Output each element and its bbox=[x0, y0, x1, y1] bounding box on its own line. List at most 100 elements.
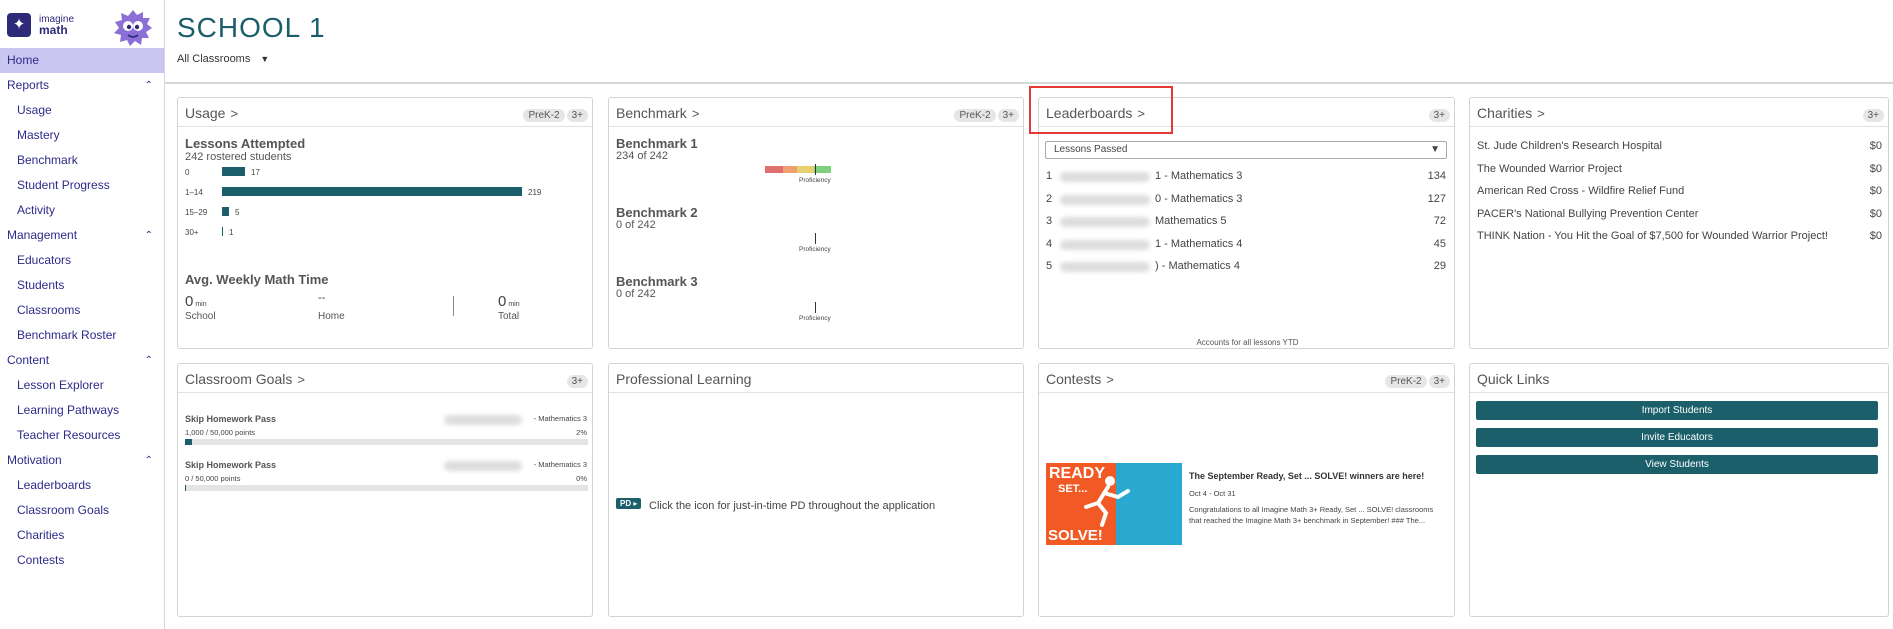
charity-amount: $0 bbox=[1869, 207, 1882, 220]
redacted-name bbox=[1060, 217, 1150, 227]
chevron-up-icon[interactable]: ⌃ bbox=[145, 448, 153, 473]
charities-title-link[interactable]: Charities > bbox=[1477, 105, 1545, 121]
brand-logo[interactable]: imagine math bbox=[39, 14, 74, 36]
benchmark-count: 0 of 242 bbox=[616, 288, 656, 300]
sidebar-item-label: Home bbox=[7, 53, 40, 67]
charity-name: American Red Cross - Wildfire Relief Fun… bbox=[1477, 185, 1685, 197]
badge-3plus[interactable]: 3+ bbox=[566, 375, 588, 388]
sidebar-item-benchmark-roster[interactable]: Benchmark Roster bbox=[0, 323, 164, 348]
leaderboards-card: Leaderboards > 3+ Lessons Passed ▼ 11 - Ma… bbox=[1038, 97, 1455, 349]
goal-name[interactable]: Skip Homework Pass bbox=[185, 414, 276, 424]
view-students-button[interactable]: View Students bbox=[1476, 455, 1878, 474]
badge-prek2[interactable]: PreK-2 bbox=[523, 109, 565, 122]
charity-row[interactable]: PACER's National Bullying Prevention Cen… bbox=[1477, 208, 1882, 220]
redacted-class bbox=[444, 415, 522, 425]
chevron-up-icon[interactable]: ⌃ bbox=[145, 73, 153, 98]
quick-links-card: Quick Links Import Students Invite Educa… bbox=[1469, 363, 1889, 617]
sidebar-item-teacher-resources[interactable]: Teacher Resources bbox=[0, 423, 164, 448]
sidebar-item-classroom-goals[interactable]: Classroom Goals bbox=[0, 498, 164, 523]
sidebar-item-mastery[interactable]: Mastery bbox=[0, 123, 164, 148]
sidebar-item-content[interactable]: Content ⌃ bbox=[0, 348, 164, 373]
sidebar-item-lesson-explorer[interactable]: Lesson Explorer bbox=[0, 373, 164, 398]
usage-bar[interactable] bbox=[222, 227, 223, 236]
sidebar-item-label: Classrooms bbox=[17, 303, 81, 317]
sidebar-item-student-progress[interactable]: Student Progress bbox=[0, 173, 164, 198]
sidebar-item-leaderboards[interactable]: Leaderboards bbox=[0, 473, 164, 498]
charity-row[interactable]: The Wounded Warrior Project $0 bbox=[1477, 163, 1882, 175]
contests-title-link[interactable]: Contests > bbox=[1046, 371, 1114, 387]
charity-row[interactable]: St. Jude Children's Research Hospital $0 bbox=[1477, 140, 1882, 152]
benchmark-name[interactable]: Benchmark 1 bbox=[616, 136, 698, 151]
benchmark-title: Benchmark bbox=[616, 105, 687, 121]
sidebar-item-contests[interactable]: Contests bbox=[0, 548, 164, 573]
total-time-value: 0 bbox=[498, 293, 507, 310]
home-label: Home bbox=[318, 311, 345, 322]
sidebar-item-educators[interactable]: Educators bbox=[0, 248, 164, 273]
leaderboard-row[interactable]: 2 0 - Mathematics 3 127 bbox=[1046, 193, 1446, 207]
sidebar-item-charities[interactable]: Charities bbox=[0, 523, 164, 548]
badge-3plus[interactable]: 3+ bbox=[1862, 109, 1884, 122]
charity-amount: $0 bbox=[1869, 162, 1882, 175]
proficiency-label: Proficiency bbox=[799, 177, 831, 184]
goals-title-link[interactable]: Classroom Goals > bbox=[185, 371, 305, 387]
sidebar-item-management[interactable]: Management ⌃ bbox=[0, 223, 164, 248]
goal-progress-fill bbox=[185, 439, 193, 445]
usage-title-link[interactable]: Usage > bbox=[185, 105, 238, 121]
charity-row[interactable]: THINK Nation - You Hit the Goal of $7,50… bbox=[1477, 230, 1882, 242]
benchmark-name[interactable]: Benchmark 2 bbox=[616, 205, 698, 220]
sidebar-item-activity[interactable]: Activity bbox=[0, 198, 164, 223]
sidebar-item-classrooms[interactable]: Classrooms bbox=[0, 298, 164, 323]
contest-dates: Oct 4 - Oct 31 bbox=[1189, 489, 1236, 498]
pl-description: Click the icon for just-in-time PD throu… bbox=[649, 500, 936, 512]
leaderboard-row[interactable]: 5) - Mathematics 4 29 bbox=[1046, 260, 1446, 274]
contest-image[interactable]: READY SET... SOLVE! bbox=[1046, 463, 1182, 545]
usage-row-label: 0 bbox=[185, 168, 190, 177]
usage-bar[interactable] bbox=[222, 207, 229, 216]
sidebar-item-usage[interactable]: Usage bbox=[0, 98, 164, 123]
leaderboard-row[interactable]: 1 1 - Mathematics 3 134 bbox=[1046, 170, 1446, 184]
sidebar: ✦ imagine math Home Reports ⌃ Usage Mastery B… bbox=[0, 0, 165, 629]
redacted-name bbox=[1060, 239, 1150, 250]
invite-educators-button[interactable]: Invite Educators bbox=[1476, 428, 1878, 447]
goal-name[interactable]: Skip Homework Pass bbox=[185, 460, 276, 470]
sidebar-item-motivation[interactable]: Motivation ⌃ bbox=[0, 448, 164, 473]
sidebar-item-label: Contests bbox=[17, 553, 65, 567]
benchmark-name[interactable]: Benchmark 3 bbox=[616, 274, 698, 289]
pd-icon[interactable]: PD ▸ bbox=[616, 498, 642, 509]
import-students-button[interactable]: Import Students bbox=[1476, 401, 1878, 420]
logo-area: ✦ imagine math bbox=[0, 0, 164, 48]
badge-prek2[interactable]: PreK-2 bbox=[1385, 375, 1427, 388]
sidebar-item-home[interactable]: Home bbox=[0, 48, 164, 73]
badge-prek2[interactable]: PreK-2 bbox=[954, 109, 996, 122]
usage-bar[interactable] bbox=[222, 167, 245, 176]
sidebar-item-label: Mastery bbox=[17, 128, 60, 142]
goal-points: 1,000 / 50,000 points bbox=[185, 428, 256, 437]
leaderboard-row[interactable]: 3 Mathematics 5 72 bbox=[1046, 215, 1446, 229]
badge-3plus[interactable]: 3+ bbox=[566, 109, 588, 122]
charity-row[interactable]: American Red Cross - Wildfire Relief Fun… bbox=[1477, 185, 1882, 197]
charities-title: Charities bbox=[1477, 105, 1533, 121]
usage-row-label: 1–14 bbox=[185, 188, 203, 197]
sidebar-item-reports[interactable]: Reports ⌃ bbox=[0, 73, 164, 98]
sidebar-item-benchmark[interactable]: Benchmark bbox=[0, 148, 164, 173]
leaderboard-value: 45 bbox=[1433, 237, 1446, 250]
contest-image-solve: SOLVE! bbox=[1048, 527, 1103, 544]
classroom-select[interactable]: All Classrooms ▼ bbox=[177, 53, 269, 65]
badge-3plus[interactable]: 3+ bbox=[1428, 109, 1450, 122]
sidebar-item-students[interactable]: Students bbox=[0, 273, 164, 298]
benchmark-count: 234 of 242 bbox=[616, 150, 668, 162]
sidebar-item-label: Student Progress bbox=[17, 178, 110, 192]
redacted-name bbox=[1060, 262, 1150, 272]
sidebar-item-learning-pathways[interactable]: Learning Pathways bbox=[0, 398, 164, 423]
classroom-goals-card: Classroom Goals > 3+ Skip Homework Pass - … bbox=[177, 363, 593, 617]
chevron-up-icon[interactable]: ⌃ bbox=[145, 348, 153, 373]
sidebar-item-label: Reports bbox=[7, 78, 50, 92]
badge-3plus[interactable]: 3+ bbox=[1428, 375, 1450, 388]
badge-3plus[interactable]: 3+ bbox=[997, 109, 1019, 122]
chevron-up-icon[interactable]: ⌃ bbox=[145, 223, 153, 248]
benchmark-title-link[interactable]: Benchmark > bbox=[616, 105, 699, 121]
leaderboard-metric-select[interactable]: Lessons Passed ▼ bbox=[1045, 141, 1447, 159]
usage-bar[interactable] bbox=[222, 187, 522, 196]
contest-headline[interactable]: The September Ready, Set ... SOLVE! winn… bbox=[1189, 471, 1451, 481]
leaderboard-row[interactable]: 4 1 - Mathematics 4 45 bbox=[1046, 238, 1446, 252]
